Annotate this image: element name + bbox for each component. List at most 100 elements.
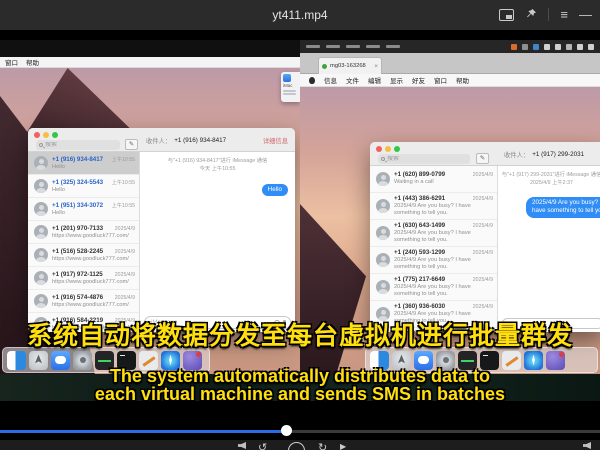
subtitle-english-line2: each virtual machine and sends SMS in ba… <box>0 384 600 405</box>
conversation-row[interactable]: +1 (775) 217-6649 2025/4/9 2025/4/9 Are … <box>370 274 497 301</box>
conversation-status: 与"+1 (917) 299-2031"进行 iMessage 通信 2025/… <box>498 172 600 188</box>
conversation-row[interactable]: +1 (620) 899-0799 2025/4/9 Waiting in a … <box>370 166 497 193</box>
conversation-time: 上午10:55 <box>109 179 135 186</box>
contact-number: +1 (240) 593-1299 <box>394 249 445 256</box>
menu-item[interactable]: 好友 <box>412 75 425 85</box>
vm-toolbar-icons[interactable] <box>511 44 594 50</box>
compose-button[interactable]: ✎ <box>476 153 489 164</box>
messages-app-icon <box>283 74 291 82</box>
contact-avatar <box>376 253 390 267</box>
search-input[interactable] <box>43 142 117 148</box>
vm-host-strip <box>0 40 300 57</box>
contact-number: +1 (443) 386-6291 <box>394 195 445 202</box>
conversation-list: +1 (620) 899-0799 2025/4/9 Waiting in a … <box>370 166 498 332</box>
seek-bar[interactable] <box>0 430 600 433</box>
menu-item[interactable]: 显示 <box>390 75 403 85</box>
to-value: +1 (917) 299-2031 <box>532 151 584 158</box>
volume-icon[interactable] <box>583 442 591 449</box>
mute-icon[interactable] <box>238 442 246 449</box>
zoom-light-icon[interactable] <box>52 132 58 138</box>
forward-10-icon[interactable]: ↻ <box>318 441 327 450</box>
conversation-row[interactable]: +1 (630) 643-1499 2025/4/9 2025/4/9 Are … <box>370 220 497 247</box>
vm-tab[interactable]: mg03-163268 × <box>318 57 382 74</box>
search-field[interactable] <box>378 154 470 164</box>
contact-number: +1 (916) 574-4876 <box>52 294 103 301</box>
menu-item[interactable]: 窗口 <box>5 57 18 67</box>
search-field[interactable] <box>36 140 120 150</box>
details-link[interactable]: 详细信息 <box>263 136 288 145</box>
search-input[interactable] <box>385 156 467 162</box>
tab-close-icon[interactable]: × <box>374 63 378 70</box>
minimize-light-icon[interactable] <box>385 146 391 152</box>
message-preview: https://www.goodluck777.com/ <box>52 279 135 285</box>
sent-message-bubble: 2025/4/9 Are you busy? I have something … <box>526 197 600 218</box>
notification-banner[interactable]: iMac <box>281 72 300 102</box>
menu-item[interactable]: 帮助 <box>456 75 469 85</box>
contact-number: +1 (630) 643-1499 <box>394 222 445 229</box>
replay-10-icon[interactable]: ↺ <box>258 441 267 450</box>
minimize-button[interactable]: — <box>579 7 592 22</box>
close-light-icon[interactable] <box>34 132 40 138</box>
contact-number: +1 (516) 528-2245 <box>52 248 103 255</box>
conversation-row[interactable]: +1 (516) 528-2245 2025/4/9 https://www.g… <box>28 244 139 267</box>
close-light-icon[interactable] <box>376 146 382 152</box>
conversation-row[interactable]: +1 (443) 386-6291 2025/4/9 2025/4/9 Are … <box>370 193 497 220</box>
contact-avatar <box>376 199 390 213</box>
notification-title: iMac <box>283 83 298 88</box>
vm-tab-label: mg03-163268 <box>330 63 366 69</box>
vm-menu-items <box>306 45 400 48</box>
minimize-light-icon[interactable] <box>43 132 49 138</box>
window-toolbar: ✎ 收件人： +1 (916) 934-8417 详细信息 <box>28 128 295 152</box>
conversation-time: 上午10:55 <box>109 202 135 209</box>
mini-player-icon[interactable] <box>499 9 514 21</box>
contact-avatar <box>34 248 48 262</box>
to-label: 收件人： <box>146 136 171 145</box>
contact-number: +1 (917) 972-1125 <box>52 271 103 278</box>
to-header: 收件人： +1 (917) 299-2031 <box>504 142 600 166</box>
contact-number: +1 (775) 217-6649 <box>394 276 445 283</box>
contact-number: +1 (620) 899-0799 <box>394 171 445 178</box>
conversation-row[interactable]: +1 (325) 324-5543 上午10:55 Hello <box>28 175 139 198</box>
message-preview: Hello <box>52 164 135 170</box>
contact-avatar <box>34 294 48 308</box>
contact-avatar <box>376 172 390 186</box>
contact-avatar <box>376 226 390 240</box>
play-button[interactable] <box>288 442 305 450</box>
zoom-light-icon[interactable] <box>394 146 400 152</box>
message-preview: 2025/4/9 Are you busy? I have something … <box>394 230 493 244</box>
video-stage[interactable]: 窗口帮助 ✎ 收件人： +1 (916) 9 <box>0 30 600 450</box>
left-menubar: 窗口帮助 <box>0 57 300 68</box>
conversation-row[interactable]: +1 (951) 334-3072 上午10:55 Hello <box>28 198 139 221</box>
message-preview: 2025/4/9 Are you busy? I have something … <box>394 203 493 217</box>
seek-bar-fill <box>0 430 287 433</box>
search-icon <box>381 157 385 161</box>
message-preview: Hello <box>52 210 135 216</box>
contact-number: +1 (325) 324-5543 <box>52 179 103 186</box>
player-controls: ↺ ↻ ▶ <box>0 440 600 450</box>
chat-pane: 与"+1 (916) 934-8417"进行 iMessage 通信 今天 上午… <box>140 152 295 314</box>
menu-item[interactable]: 窗口 <box>434 75 447 85</box>
menu-item[interactable]: 文件 <box>346 75 359 85</box>
contact-number: +1 (916) 934-8417 <box>52 156 103 163</box>
vm-status-icon <box>322 64 327 69</box>
conversation-row[interactable]: +1 (201) 970-7133 2025/4/9 https://www.g… <box>28 221 139 244</box>
conversation-row[interactable]: +1 (916) 934-8417 上午10:55 Hello <box>28 152 139 175</box>
contact-number: +1 (201) 970-7133 <box>52 225 103 232</box>
more-menu-button[interactable]: ≡ <box>560 7 568 22</box>
conversation-row[interactable]: +1 (916) 574-4876 2025/4/9 https://www.g… <box>28 290 139 313</box>
compose-button[interactable]: ✎ <box>125 139 138 150</box>
seek-knob[interactable] <box>281 425 292 436</box>
menu-item[interactable]: 帮助 <box>26 57 39 67</box>
apple-logo-icon[interactable] <box>309 77 315 84</box>
next-icon[interactable]: ▶ <box>340 442 346 450</box>
conversation-row[interactable]: +1 (917) 972-1125 2025/4/9 https://www.g… <box>28 267 139 290</box>
message-preview: https://www.goodluck777.com/ <box>52 256 135 262</box>
search-icon <box>39 143 43 147</box>
pin-icon[interactable] <box>525 8 537 21</box>
contact-avatar <box>34 271 48 285</box>
conversation-time: 上午10:55 <box>109 156 135 163</box>
menu-item[interactable]: 编辑 <box>368 75 381 85</box>
menu-item[interactable]: 信息 <box>324 75 337 85</box>
conversation-row[interactable]: +1 (240) 593-1299 2025/4/9 2025/4/9 Are … <box>370 247 497 274</box>
conversation-time: 2025/4/9 <box>470 250 493 256</box>
